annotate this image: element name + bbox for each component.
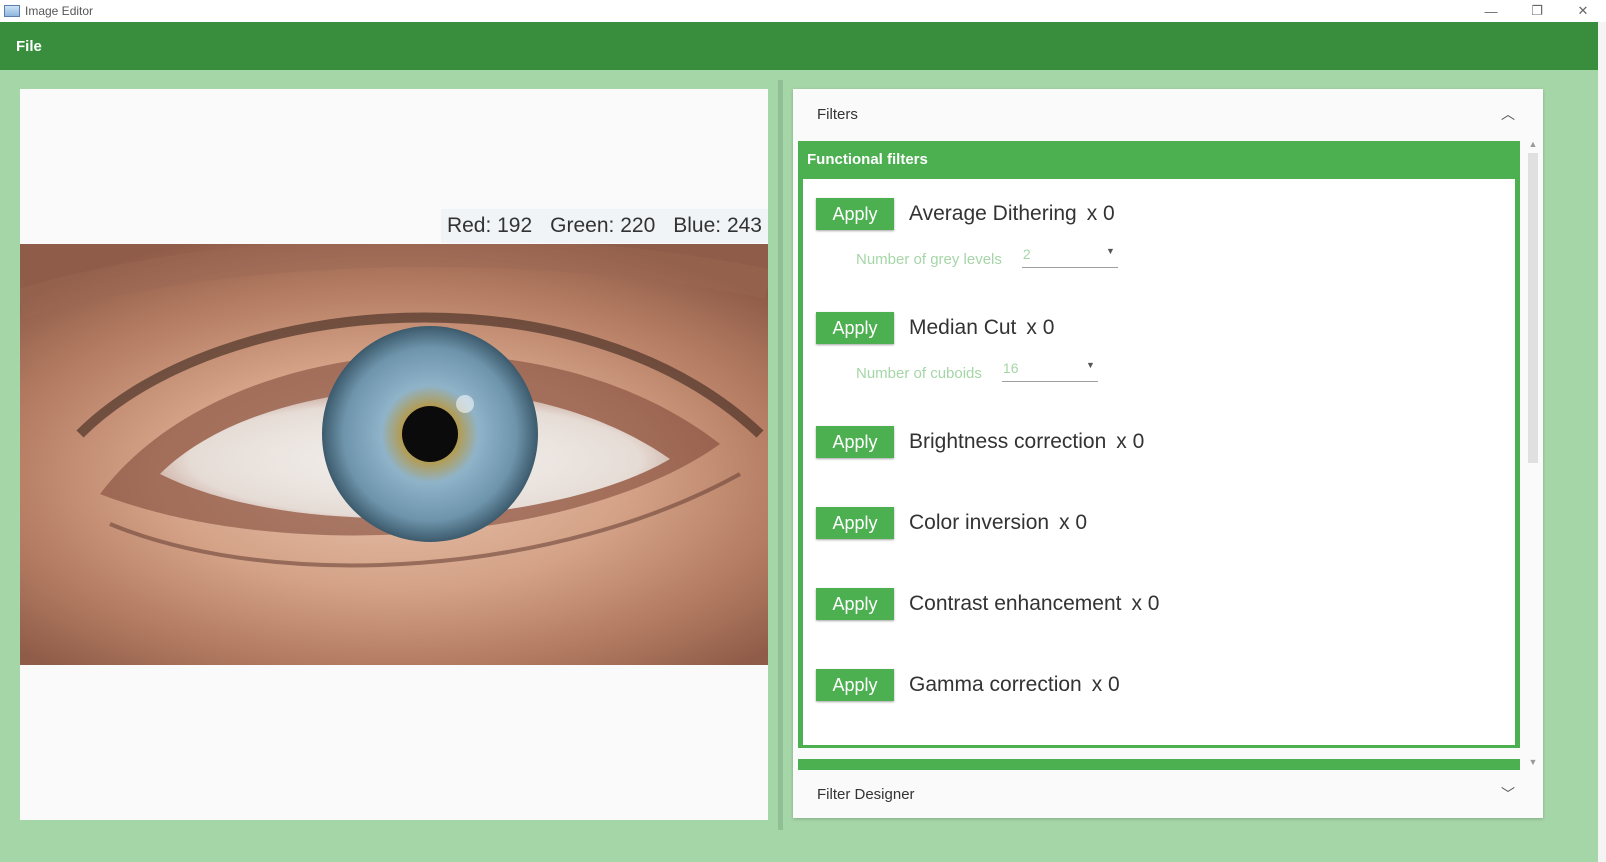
chevron-up-icon[interactable]: ︿ [1501,104,1515,124]
blue-value: Blue: 243 [673,214,762,237]
dropdown-arrow-icon: ▼ [1105,246,1115,256]
filters-expander-header[interactable]: Filters ︿ [793,89,1543,139]
apply-average-dithering-button[interactable]: Apply [816,198,894,230]
scroll-up-icon[interactable]: ▲ [1528,139,1538,151]
title-bar: Image Editor — ❐ ✕ [0,0,1606,22]
window-controls: — ❐ ✕ [1468,0,1606,22]
window-edge [1598,22,1606,862]
filter-row-contrast: Apply Contrast enhancement x 0 [816,588,1159,620]
filter-row-color-inversion: Apply Color inversion x 0 [816,507,1087,539]
functional-filters-list: Apply Average Dithering x 0 Number of gr… [803,179,1515,745]
image-canvas-panel: Red: 192 Green: 220 Blue: 243 [20,89,768,820]
pixel-color-readout: Red: 192 Green: 220 Blue: 243 [440,209,768,243]
filter-name: Brightness correction [909,430,1107,453]
panel-splitter[interactable] [778,80,783,830]
next-group-edge [798,759,1520,770]
menu-file[interactable]: File [16,38,42,55]
close-icon[interactable]: ✕ [1560,0,1606,22]
filter-row-median-cut: Apply Median Cut x 0 [816,312,1054,344]
filter-designer-label: Filter Designer [817,785,915,803]
scroll-down-icon[interactable]: ▼ [1528,757,1538,769]
scroll-thumb[interactable] [1528,153,1538,463]
green-value: Green: 220 [550,214,656,237]
filter-count: x 0 [1059,511,1088,534]
filter-count: x 0 [1026,316,1055,339]
filter-name: Contrast enhancement [909,592,1122,615]
filter-count: x 0 [1091,673,1120,696]
functional-filters-title: Functional filters [807,151,928,168]
filters-header-label: Filters [817,105,858,123]
apply-contrast-button[interactable]: Apply [816,588,894,620]
filter-count: x 0 [1131,592,1160,615]
filters-scrollbar[interactable]: ▲ ▼ [1526,139,1540,769]
apply-gamma-button[interactable]: Apply [816,669,894,701]
filter-row-average-dithering: Apply Average Dithering x 0 [816,198,1115,230]
cuboids-select[interactable]: 16 ▼ [1001,359,1098,382]
chevron-down-icon[interactable]: ﹀ [1501,784,1515,804]
menu-bar: File [0,22,1598,70]
apply-median-cut-button[interactable]: Apply [816,312,894,344]
window-title: Image Editor [25,4,94,18]
filter-name: Gamma correction [909,673,1082,696]
red-value: Red: 192 [446,214,533,237]
app-image-icon [4,5,20,17]
eye-photo [20,244,768,568]
select-value: 2 [1022,246,1031,262]
filters-sidebar: Filters ︿ Functional filters Apply Avera… [793,89,1543,818]
functional-filters-group: Functional filters Apply Average Ditheri… [798,141,1520,748]
apply-color-inversion-button[interactable]: Apply [816,507,894,539]
param-label: Number of cuboids [856,365,982,382]
param-grey-levels: Number of grey levels 2 ▼ [856,245,1118,268]
grey-levels-select[interactable]: 2 ▼ [1021,245,1118,268]
filter-count: x 0 [1116,430,1145,453]
apply-brightness-button[interactable]: Apply [816,426,894,458]
filter-name: Median Cut [909,316,1017,339]
filter-designer-expander-header[interactable]: Filter Designer ﹀ [793,770,1543,818]
filter-name: Average Dithering [909,202,1077,225]
minimize-icon[interactable]: — [1468,0,1514,22]
filter-count: x 0 [1086,202,1115,225]
loaded-image[interactable] [20,244,768,665]
restore-icon[interactable]: ❐ [1514,0,1560,22]
filter-row-brightness: Apply Brightness correction x 0 [816,426,1144,458]
filter-name: Color inversion [909,511,1050,534]
filter-row-gamma: Apply Gamma correction x 0 [816,669,1120,701]
select-value: 16 [1002,360,1019,376]
dropdown-arrow-icon: ▼ [1085,360,1095,370]
param-label: Number of grey levels [856,251,1002,268]
param-cuboids: Number of cuboids 16 ▼ [856,359,1098,382]
